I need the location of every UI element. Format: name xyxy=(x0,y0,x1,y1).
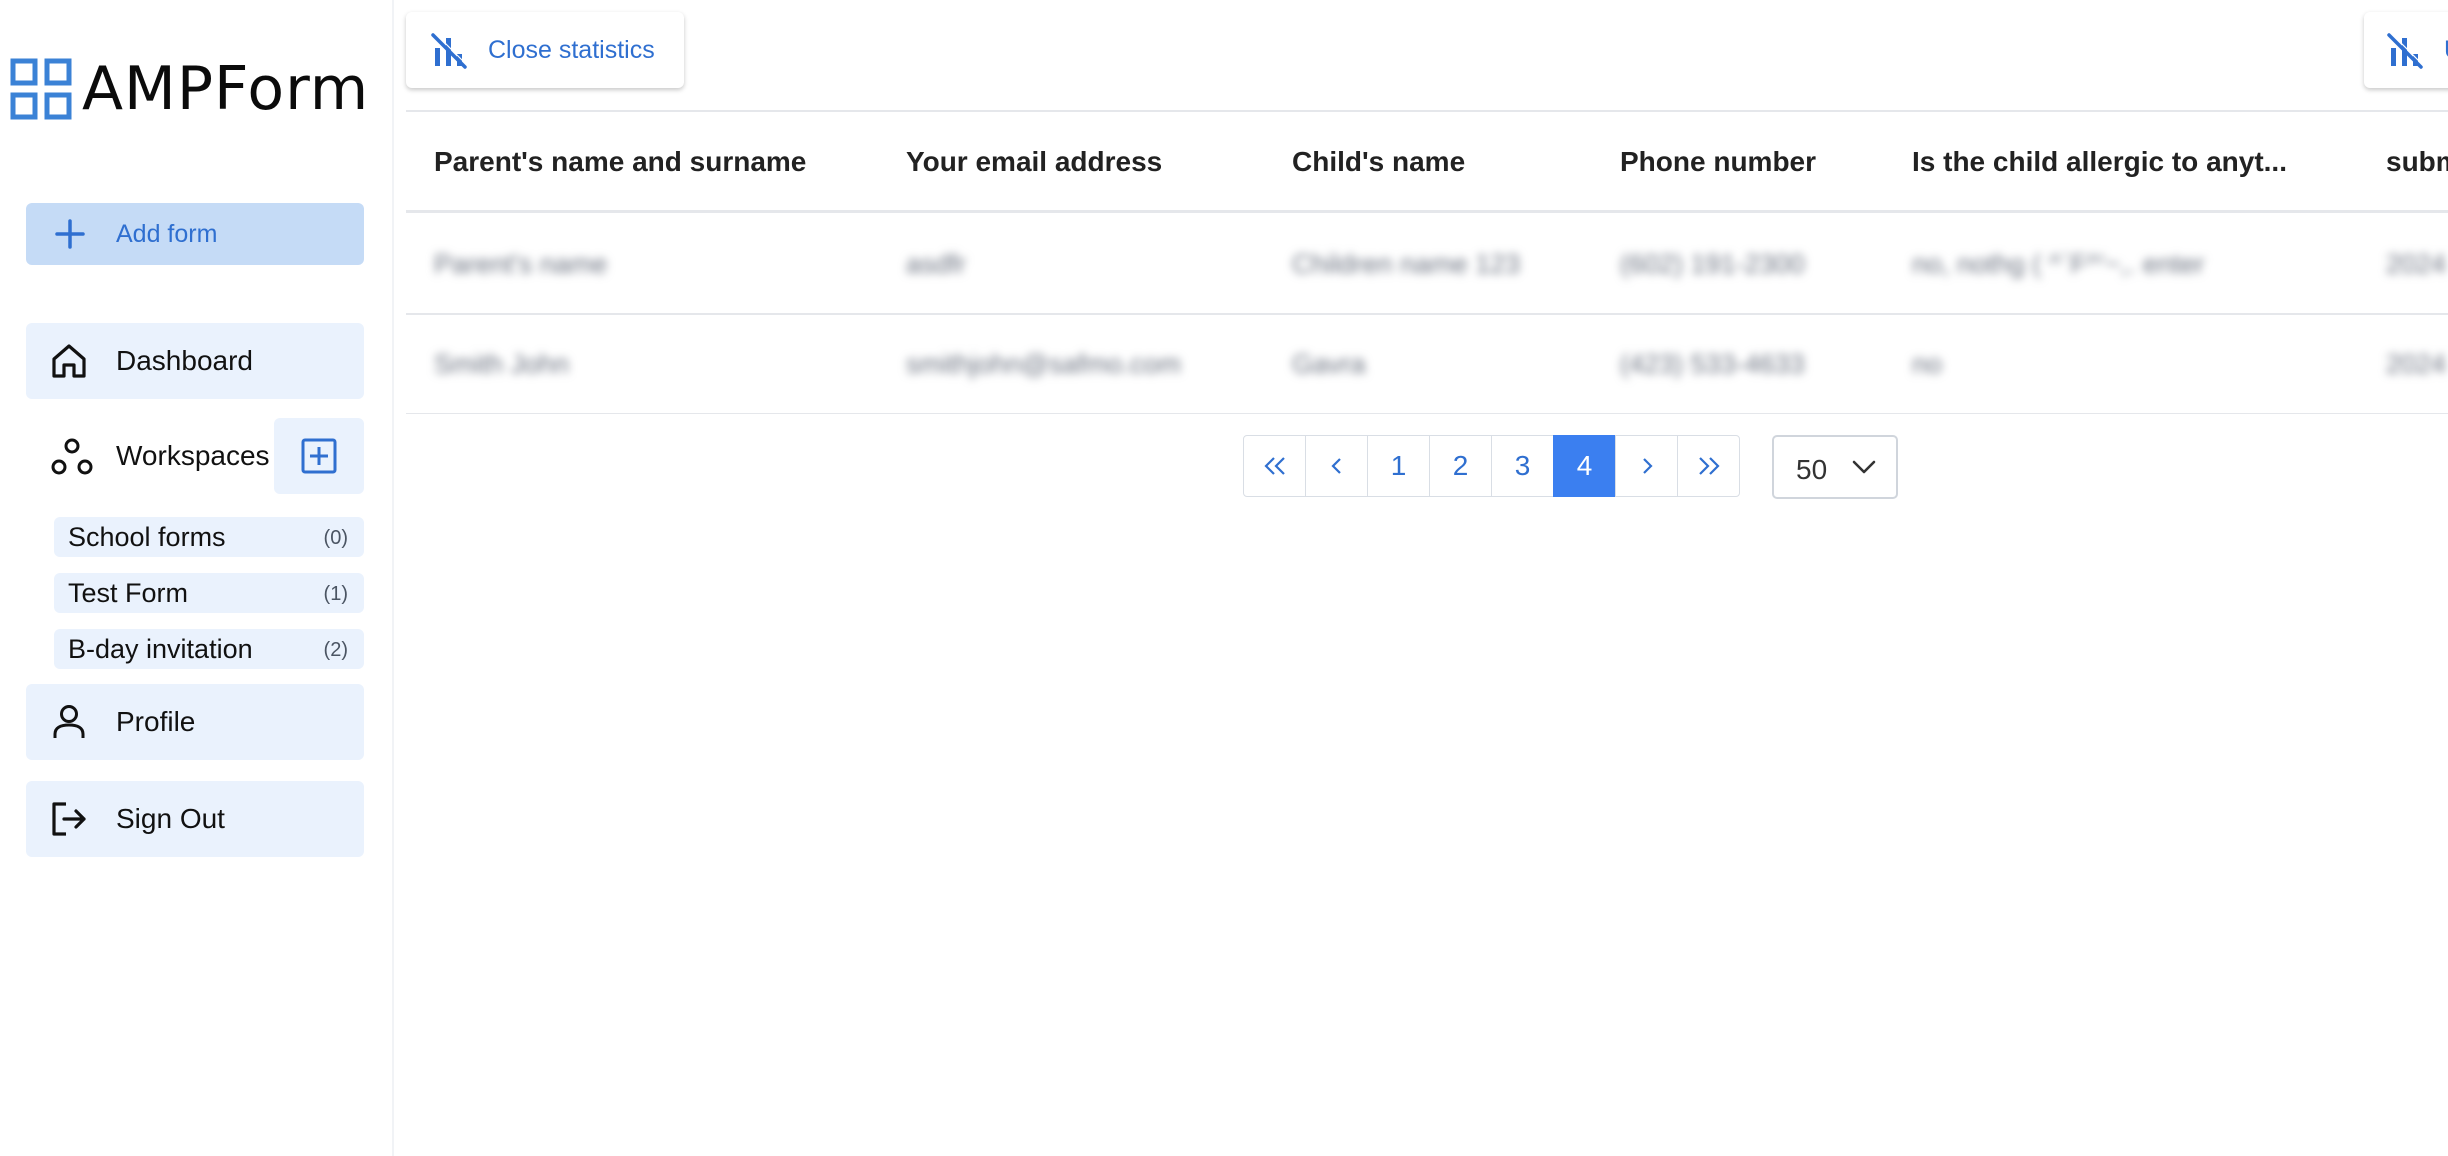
chevron-down-icon xyxy=(1852,460,1876,474)
table-cell: Children name 123 xyxy=(1292,249,1521,279)
column-header[interactable]: subm xyxy=(2386,146,2448,178)
page-button[interactable]: 1 xyxy=(1367,435,1430,497)
workspace-item[interactable]: B-day invitation (2) xyxy=(54,629,364,669)
workspace-count: (2) xyxy=(323,639,348,661)
toolbar-button-right[interactable]: U xyxy=(2364,12,2448,88)
column-header[interactable]: Your email address xyxy=(906,146,1162,178)
sidebar-item-dashboard[interactable]: Dashboard xyxy=(26,323,364,399)
table-cell: (423) 533-4633 xyxy=(1620,349,1805,379)
app-logo[interactable]: AMPForm xyxy=(10,58,369,120)
table-cell: 2024 xyxy=(2386,249,2447,279)
workspace-count: (1) xyxy=(323,583,348,605)
sign-out-icon xyxy=(52,802,86,836)
plus-square-icon xyxy=(301,438,337,474)
table-cell: Parent's name xyxy=(434,249,608,279)
toolbar-button-right-label: U xyxy=(2444,36,2448,65)
sidebar: AMPForm Add form Dashboard Workspaces Sc… xyxy=(0,0,394,1156)
chart-off-icon xyxy=(431,32,468,69)
last-page-button[interactable] xyxy=(1677,435,1740,497)
chart-off-icon xyxy=(2387,32,2424,69)
table-row[interactable]: Parent's name asdfr Children name 123 (6… xyxy=(406,213,2448,315)
next-page-button[interactable] xyxy=(1615,435,1678,497)
pagination: 1 2 3 4 xyxy=(1243,435,1740,499)
sidebar-item-label: Profile xyxy=(116,706,196,737)
home-icon xyxy=(52,344,86,378)
sidebar-item-label: Sign Out xyxy=(116,803,225,834)
column-header[interactable]: Parent's name and surname xyxy=(434,146,806,178)
table-cell: asdfr xyxy=(906,249,967,279)
column-header[interactable]: Phone number xyxy=(1620,146,1816,178)
page-button[interactable]: 3 xyxy=(1491,435,1554,497)
prev-page-button[interactable] xyxy=(1305,435,1368,497)
sidebar-item-profile[interactable]: Profile xyxy=(26,684,364,760)
column-header[interactable]: Is the child allergic to anyt... xyxy=(1912,146,2287,178)
page-button[interactable]: 2 xyxy=(1429,435,1492,497)
app-name: AMPForm xyxy=(82,54,370,124)
plus-icon xyxy=(55,219,85,249)
table-row[interactable]: Smith John smithjohn@safmo.com Gavra (42… xyxy=(406,313,2448,414)
table-cell: (602) 191-2300 xyxy=(1620,249,1805,279)
table-cell: smithjohn@safmo.com xyxy=(906,349,1181,379)
add-form-button[interactable]: Add form xyxy=(26,203,364,265)
workspace-name: B-day invitation xyxy=(68,634,253,664)
close-statistics-button[interactable]: Close statistics xyxy=(406,12,684,88)
column-header[interactable]: Child's name xyxy=(1292,146,1465,178)
workspace-name: Test Form xyxy=(68,578,189,608)
workspace-count: (0) xyxy=(323,527,348,549)
workspaces-icon xyxy=(51,438,93,475)
sidebar-item-label: Dashboard xyxy=(116,345,253,376)
page-button-active[interactable]: 4 xyxy=(1553,435,1616,497)
double-chevron-right-icon xyxy=(1698,457,1720,475)
workspace-name: School forms xyxy=(68,522,226,552)
workspace-item[interactable]: Test Form (1) xyxy=(54,573,364,613)
add-workspace-button[interactable] xyxy=(274,418,364,494)
table-cell: no xyxy=(1912,349,1943,379)
sidebar-item-sign-out[interactable]: Sign Out xyxy=(26,781,364,857)
table-cell: 2024 xyxy=(2386,349,2447,379)
table-cell: no, nothg ( ^`F^'~,. enter xyxy=(1912,249,2205,279)
responses-table: Parent's name and surname Your email add… xyxy=(406,110,2448,414)
chevron-right-icon xyxy=(1642,458,1653,474)
first-page-button[interactable] xyxy=(1243,435,1306,497)
user-icon xyxy=(53,705,85,738)
per-page-value: 50 xyxy=(1796,454,1828,485)
double-chevron-left-icon xyxy=(1263,457,1285,475)
table-cell: Smith John xyxy=(434,349,570,379)
per-page-select[interactable]: 50 xyxy=(1772,435,1898,499)
close-statistics-label: Close statistics xyxy=(488,36,655,64)
table-header: Parent's name and surname Your email add… xyxy=(406,110,2448,213)
workspace-item[interactable]: School forms (0) xyxy=(54,517,364,557)
sidebar-item-label: Workspaces xyxy=(116,440,270,471)
table-cell: Gavra xyxy=(1292,349,1366,379)
add-form-label: Add form xyxy=(116,219,218,248)
chevron-left-icon xyxy=(1330,458,1341,474)
logo-grid-icon xyxy=(10,58,72,120)
